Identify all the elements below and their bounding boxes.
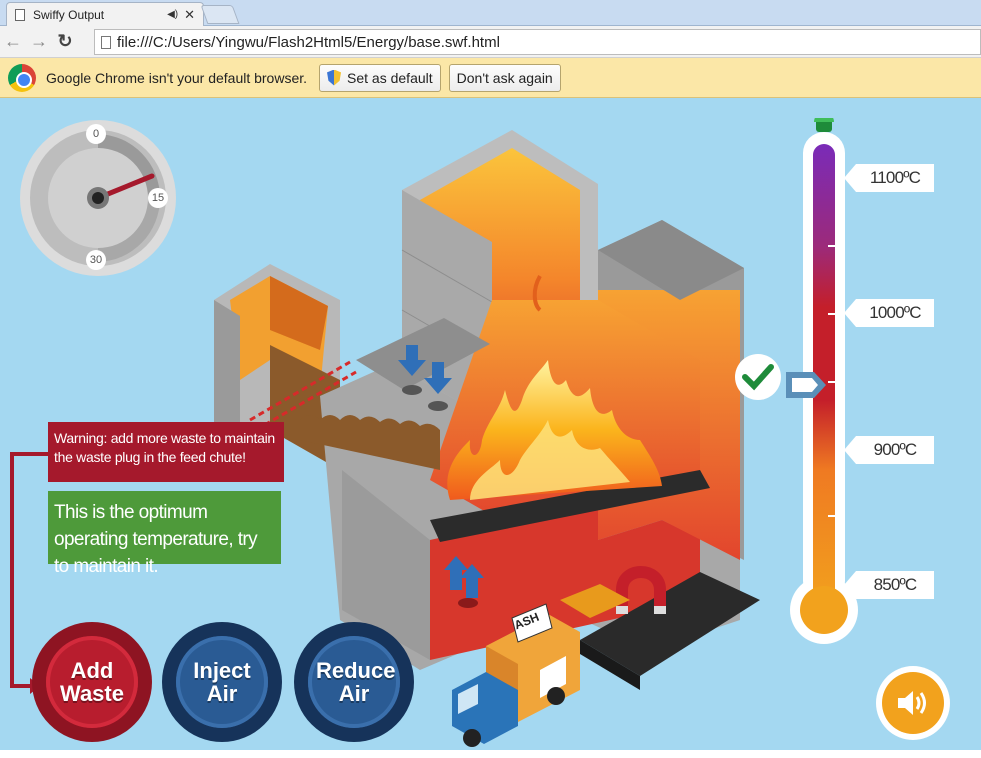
close-icon[interactable]: ✕	[184, 7, 195, 23]
new-tab-button[interactable]	[200, 5, 240, 24]
default-browser-infobar: Google Chrome isn't your default browser…	[0, 58, 981, 98]
set-default-button[interactable]: Set as default	[319, 63, 441, 92]
temp-label-850: 850ºC	[844, 571, 934, 599]
game-stage: 0 15 30 ASH Warning: add more waste to m…	[0, 98, 981, 750]
temp-label-1100: 1100ºC	[844, 164, 934, 192]
speaker-icon: ◀)	[167, 9, 179, 20]
url-text: file:///C:/Users/Yingwu/Flash2Html5/Ener…	[117, 33, 500, 51]
dont-ask-label: Don't ask again	[456, 69, 553, 86]
address-bar[interactable]: file:///C:/Users/Yingwu/Flash2Html5/Ener…	[94, 29, 981, 55]
inject-air-button[interactable]: Inject Air	[162, 622, 282, 742]
bottom-strip	[0, 750, 981, 758]
browser-toolbar: ← → ↻ file:///C:/Users/Yingwu/Flash2Html…	[0, 26, 981, 58]
back-icon[interactable]: ←	[0, 31, 26, 52]
shield-icon	[327, 69, 342, 86]
check-icon	[735, 354, 781, 400]
warning-message: Warning: add more waste to maintain the …	[48, 422, 284, 482]
sound-button[interactable]	[876, 666, 950, 740]
reload-icon[interactable]: ↻	[52, 31, 78, 52]
tab-title: Swiffy Output	[33, 7, 105, 22]
temperature-pointer[interactable]	[784, 370, 828, 400]
speaker-icon	[898, 691, 926, 715]
add-waste-label: Add Waste	[60, 658, 124, 706]
document-icon	[101, 35, 111, 49]
tab-strip: Swiffy Output ◀) ✕	[0, 0, 981, 26]
inject-air-label: Inject Air	[193, 658, 251, 706]
forward-icon[interactable]: →	[26, 31, 52, 52]
infobar-message: Google Chrome isn't your default browser…	[46, 69, 308, 86]
gauge-tick-0: 0	[86, 124, 106, 144]
page-icon	[15, 8, 25, 21]
chrome-logo-icon	[8, 63, 36, 92]
reduce-air-button[interactable]: Reduce Air	[294, 622, 414, 742]
gauge-tick-30: 30	[86, 250, 106, 270]
gauge-tick-15: 15	[148, 188, 168, 208]
reduce-air-label: Reduce Air	[316, 658, 396, 706]
dont-ask-again-button[interactable]: Don't ask again	[448, 63, 561, 92]
optimum-message: This is the optimum operating temperatur…	[48, 491, 281, 577]
tab-swiffy-output[interactable]: Swiffy Output ◀) ✕	[6, 2, 204, 26]
set-default-label: Set as default	[347, 69, 433, 86]
warning-connector	[10, 452, 48, 694]
temp-label-1000: 1000ºC	[844, 299, 934, 327]
add-waste-button[interactable]: Add Waste	[32, 622, 152, 742]
temp-label-900: 900ºC	[844, 436, 934, 464]
